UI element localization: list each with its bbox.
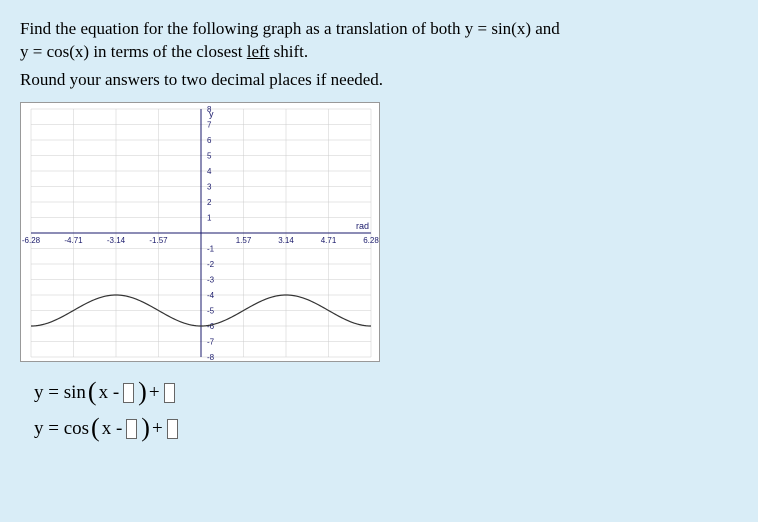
x-tick-label: -4.71 [64, 236, 83, 245]
y-tick-label: -8 [207, 353, 215, 362]
rounding-instruction: Round your answers to two decimal places… [20, 70, 738, 90]
y-tick-label: 7 [207, 120, 212, 129]
sin-vshift-input[interactable] [164, 383, 175, 403]
cos-plus: + [152, 418, 163, 440]
cos-vshift-input[interactable] [167, 419, 178, 439]
y-tick-label: -5 [207, 306, 215, 315]
question-text-a: Find the equation for the following grap… [20, 19, 560, 38]
question-line-1: Find the equation for the following grap… [20, 18, 738, 64]
y-tick-label: 6 [207, 136, 212, 145]
x-tick-label: 6.28 [363, 236, 379, 245]
x-tick-label: -1.57 [149, 236, 168, 245]
x-tick-label: 3.14 [278, 236, 294, 245]
question-text-b-pre: y = cos(x) in terms of the closest [20, 42, 247, 61]
y-tick-label: -4 [207, 291, 215, 300]
sin-plus: + [149, 382, 160, 404]
y-tick-label: 2 [207, 198, 212, 207]
y-tick-label: -3 [207, 275, 215, 284]
graph-svg: -6.28 -4.71 -3.14 -1.57 1.57 3.14 4.71 6.28 -8 -7… [21, 103, 381, 363]
y-tick-label: 3 [207, 182, 212, 191]
equation-sin: y = sin(x - ) + [34, 382, 738, 404]
paren-open: ( [88, 382, 97, 403]
question-text-b-post: shift. [269, 42, 308, 61]
cos-xminus: x - [102, 418, 123, 440]
equation-cos: y = cos(x - ) + [34, 418, 738, 440]
y-tick-label: 4 [207, 167, 212, 176]
x-tick-label: -3.14 [107, 236, 126, 245]
x-axis-label: rad [356, 221, 369, 231]
x-tick-label: 4.71 [321, 236, 337, 245]
question-underline: left [247, 42, 270, 61]
y-tick-label: 5 [207, 151, 212, 160]
paren-close: ) [138, 382, 147, 403]
y-tick-label: -2 [207, 260, 215, 269]
sin-shift-input[interactable] [123, 383, 134, 403]
paren-open-2: ( [91, 418, 100, 439]
y-tick-label: 1 [207, 213, 212, 222]
x-tick-label: -6.28 [22, 236, 41, 245]
cos-prefix: y = cos [34, 418, 89, 440]
y-tick-label: -1 [207, 244, 215, 253]
y-axis-label: y [209, 109, 214, 119]
y-tick-label: -7 [207, 337, 215, 346]
sin-xminus: x - [99, 382, 120, 404]
paren-close-2: ) [141, 418, 150, 439]
x-tick-label: 1.57 [236, 236, 252, 245]
y-tick-label: -6 [207, 322, 215, 331]
sin-prefix: y = sin [34, 382, 86, 404]
cos-shift-input[interactable] [126, 419, 137, 439]
graph-panel: -6.28 -4.71 -3.14 -1.57 1.57 3.14 4.71 6.28 -8 -7… [20, 102, 380, 362]
